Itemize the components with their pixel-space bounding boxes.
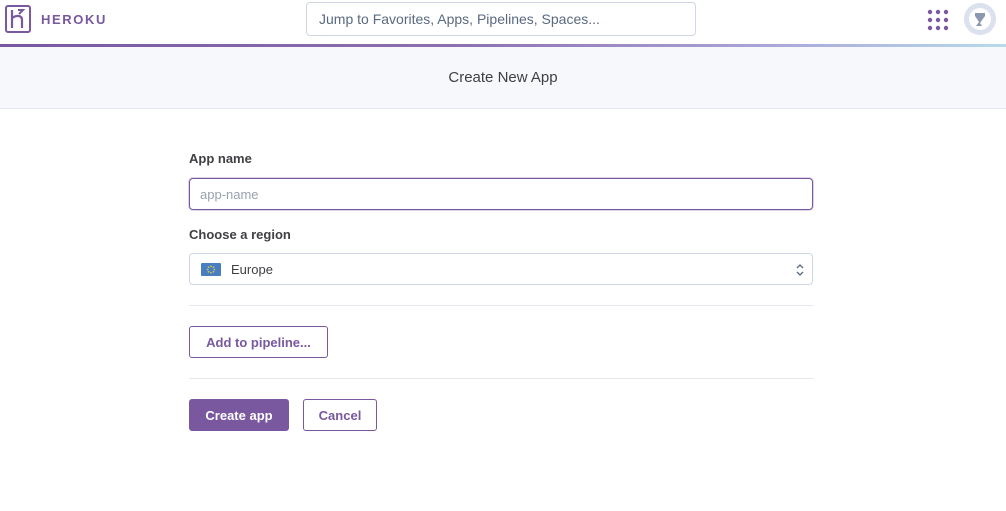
cancel-button[interactable]: Cancel: [303, 399, 377, 431]
app-name-input[interactable]: [189, 178, 813, 210]
page-title: Create New App: [448, 69, 558, 86]
add-to-pipeline-button[interactable]: Add to pipeline...: [189, 326, 328, 358]
eu-flag-icon: [201, 262, 221, 276]
heroku-logo-icon: [5, 5, 31, 33]
top-navigation: HEROKU: [0, 0, 1006, 44]
page-header: Create New App: [0, 47, 1006, 109]
section-divider: [189, 305, 813, 306]
region-selected-value: Europe: [231, 261, 273, 277]
create-app-button[interactable]: Create app: [189, 399, 289, 431]
app-name-label: App name: [189, 151, 252, 166]
user-avatar-icon[interactable]: [964, 3, 996, 35]
search-input[interactable]: [306, 2, 696, 36]
apps-grid-icon[interactable]: [927, 9, 949, 31]
region-label: Choose a region: [189, 227, 291, 242]
region-select[interactable]: Europe: [189, 253, 813, 285]
section-divider: [189, 378, 813, 379]
brand-name: HEROKU: [41, 11, 107, 27]
select-arrows-icon: [796, 264, 804, 276]
heroku-home-link[interactable]: HEROKU: [5, 5, 107, 33]
